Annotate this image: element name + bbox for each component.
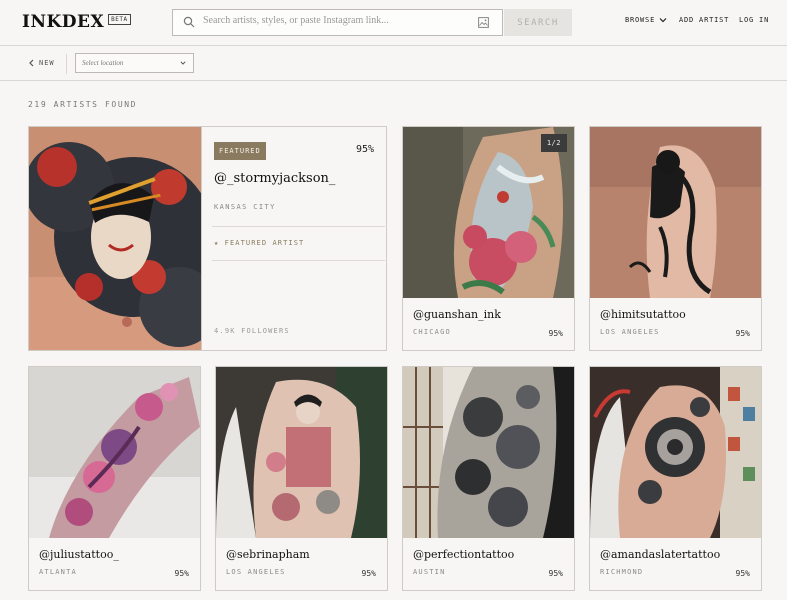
featured-tattoo-image[interactable] — [29, 127, 201, 350]
artist-card[interactable]: @amandaslatertattoo RICHMOND 95% — [589, 366, 762, 591]
filter-bar: NEW Select location — [0, 46, 787, 81]
nav-add-artist[interactable]: ADD ARTIST — [679, 16, 729, 24]
artist-city: RICHMOND — [600, 568, 644, 576]
match-percent: 95% — [361, 569, 376, 578]
artist-handle[interactable]: @juliustattoo_ — [39, 548, 119, 561]
artist-city: CHICAGO — [413, 328, 451, 336]
artist-card[interactable]: @sebrinapham LOS ANGELES 95% — [215, 366, 388, 591]
chevron-down-icon — [180, 61, 186, 65]
location-placeholder: Select location — [82, 59, 124, 67]
location-select[interactable]: Select location — [75, 53, 194, 73]
artist-handle[interactable]: @_stormyjackson_ — [214, 171, 335, 186]
featured-artist-card[interactable]: FEATURED 95% @_stormyjackson_ KANSAS CIT… — [28, 126, 387, 351]
tattoo-image[interactable] — [403, 367, 574, 538]
search-box — [172, 9, 503, 36]
nav-browse[interactable]: BROWSE — [625, 16, 667, 24]
artist-handle[interactable]: @amandaslatertattoo — [600, 548, 720, 561]
search-icon — [183, 16, 195, 28]
match-percent: 95% — [735, 569, 750, 578]
tattoo-image[interactable] — [590, 367, 761, 538]
nav-login[interactable]: LOG IN — [739, 16, 769, 24]
match-percent: 95% — [735, 329, 750, 338]
search-input[interactable] — [203, 15, 473, 26]
artist-handle[interactable]: @perfectiontattoo — [413, 548, 514, 561]
artist-card[interactable]: @juliustattoo_ ATLANTA 95% — [28, 366, 201, 591]
artist-city: ATLANTA — [39, 568, 77, 576]
results-count: 219 ARTISTS FOUND — [28, 100, 138, 109]
featured-badge: FEATURED — [214, 142, 266, 160]
featured-artist-label: ★ FEATURED ARTIST — [214, 239, 305, 247]
back-label: NEW — [39, 59, 55, 67]
artist-card[interactable]: @perfectiontattoo AUSTIN 95% — [402, 366, 575, 591]
artist-city: AUSTIN — [413, 568, 446, 576]
artist-handle[interactable]: @guanshan_ink — [413, 308, 501, 321]
search-button[interactable]: SEARCH — [504, 9, 572, 36]
featured-info: FEATURED 95% @_stormyjackson_ KANSAS CIT… — [201, 127, 386, 350]
chevron-left-icon — [29, 59, 34, 67]
artist-handle[interactable]: @himitsutattoo — [600, 308, 686, 321]
logo-text: INKDEX — [22, 12, 105, 32]
back-button[interactable]: NEW — [29, 59, 55, 67]
tattoo-image[interactable]: 1/2 — [403, 127, 574, 298]
artist-city: KANSAS CITY — [214, 203, 276, 211]
artist-city: LOS ANGELES — [226, 568, 286, 576]
artist-city: LOS ANGELES — [600, 328, 660, 336]
artist-card[interactable]: @himitsutattoo LOS ANGELES 95% — [589, 126, 762, 351]
image-search-icon[interactable] — [478, 17, 489, 28]
divider — [66, 54, 67, 74]
match-percent: 95% — [548, 569, 563, 578]
match-percent: 95% — [174, 569, 189, 578]
image-pager[interactable]: 1/2 — [540, 134, 567, 152]
tattoo-image[interactable] — [590, 127, 761, 298]
follower-count: 4.9K FOLLOWERS — [214, 327, 290, 335]
nav-browse-label: BROWSE — [625, 16, 656, 24]
divider — [212, 226, 385, 227]
tattoo-image[interactable] — [216, 367, 387, 538]
logo[interactable]: INKDEX BETA — [22, 12, 131, 32]
top-header: INKDEX BETA SEARCH BROWSE ADD ARTIST LOG… — [0, 0, 787, 46]
artist-card[interactable]: 1/2 @guanshan_ink CHICAGO 95% — [402, 126, 575, 351]
match-percent: 95% — [548, 329, 563, 338]
match-percent: 95% — [355, 144, 374, 155]
artist-handle[interactable]: @sebrinapham — [226, 548, 310, 561]
chevron-down-icon — [659, 17, 667, 23]
tattoo-image[interactable] — [29, 367, 200, 538]
beta-badge: BETA — [108, 13, 131, 25]
divider — [212, 260, 385, 261]
